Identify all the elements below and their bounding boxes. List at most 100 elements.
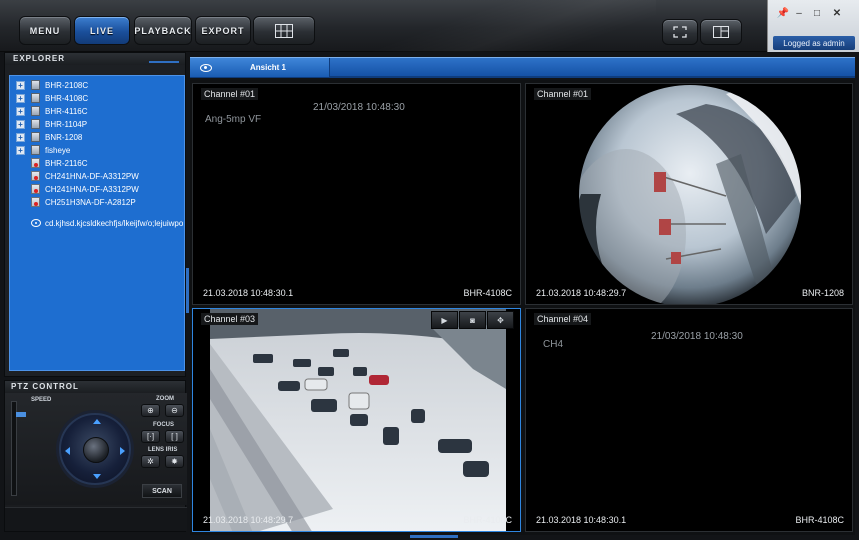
focus-far-icon: [ ] [171, 432, 178, 441]
top-toolbar: MENU LIVE PLAYBACK EXPORT 📌 – □ ✕ Logged… [0, 0, 859, 52]
recorder-icon [31, 93, 40, 103]
iris-close-icon: ✲ [147, 457, 154, 466]
pan-left-icon[interactable] [65, 447, 70, 455]
speed-slider[interactable] [11, 401, 26, 496]
window-layout-icon [713, 26, 729, 38]
ptz-joystick[interactable] [59, 413, 131, 485]
tree-group[interactable]: + BHR-4108C [16, 92, 88, 104]
ptz-footer [5, 507, 187, 531]
zoom-out-button[interactable]: ⊖ [165, 404, 184, 417]
tile-snapshot-button[interactable]: ◙ [459, 311, 486, 329]
expand-icon[interactable]: + [16, 145, 25, 155]
video-tile-2[interactable]: Channel #01 21.03.2018 10:48:29.7 BNR-12… [525, 83, 853, 305]
recorder-icon [31, 80, 40, 90]
iris-open-icon: ✸ [171, 457, 178, 466]
tile-channel-label: Channel #01 [201, 88, 259, 100]
live-button[interactable]: LIVE [74, 16, 130, 45]
expand-icon[interactable]: + [16, 119, 25, 129]
pan-down-icon[interactable] [93, 474, 101, 479]
window-controls: 📌 – □ ✕ Logged as admin [767, 0, 859, 52]
tile-overlay-camera-name: CH4 [543, 339, 564, 350]
tree-camera[interactable]: CH241HNA-DF-A3312PW [31, 170, 139, 182]
tile-source: BNR-1208 [801, 288, 844, 298]
maximize-icon[interactable]: □ [810, 7, 824, 19]
panel-splitter[interactable] [186, 268, 189, 313]
joystick-knob[interactable] [83, 437, 109, 463]
iris-open-button[interactable]: ✸ [165, 455, 184, 468]
recorder-icon [31, 106, 40, 116]
video-tile-4[interactable]: Channel #04 21/03/2018 10:48:30 CH4 21.0… [525, 308, 853, 532]
focus-far-button[interactable]: [ ] [165, 430, 184, 443]
expand-icon[interactable]: + [16, 132, 25, 142]
tree-group[interactable]: + BHR-1104P [16, 118, 87, 130]
scan-button[interactable]: SCAN [142, 484, 182, 498]
tree-camera[interactable]: CH251H3NA-DF-A2812P [31, 196, 136, 208]
zoom-out-icon: ⊖ [171, 406, 178, 415]
iris-close-button[interactable]: ✲ [141, 455, 160, 468]
expand-icon[interactable]: + [16, 106, 25, 116]
minimize-icon[interactable]: – [792, 7, 806, 19]
tree-camera-label: CH241HNA-DF-A3312PW [45, 171, 139, 181]
tree-group-label: BHR-4108C [45, 93, 89, 103]
export-button[interactable]: EXPORT [195, 16, 251, 45]
speed-slider-knob[interactable] [16, 412, 26, 417]
lens-iris-label: LENS IRIS [148, 447, 178, 453]
toolbar-decoration [316, 0, 656, 52]
pin-icon[interactable]: 📌 [776, 7, 790, 19]
device-tree: + BHR-2108C + BHR-4108C + BHR-4116C + BH… [9, 75, 185, 371]
tile-source: BHR-4108C [463, 288, 512, 298]
camera-icon [31, 197, 40, 207]
tree-camera-label: CH241HNA-DF-A3312PW [45, 184, 139, 194]
tile-overlay-timestamp: 21/03/2018 10:48:30 [313, 102, 405, 113]
menu-button[interactable]: MENU [19, 16, 71, 45]
tile-timestamp: 21.03.2018 10:48:30.1 [536, 515, 627, 525]
video-tile-3[interactable]: Channel #03 ▶ ◙ ✥ 21.03.2018 10:48:29.7 … [192, 308, 521, 532]
tree-group[interactable]: + BHR-2108C [16, 79, 88, 91]
grid-scroll-indicator[interactable] [410, 535, 458, 538]
window-layout-button[interactable] [700, 19, 742, 45]
tree-view-item[interactable]: cd.kjhsd.kjcsldkechfjs/lkeijfw/o;lejuiwp… [31, 217, 185, 229]
recorder-icon [31, 145, 40, 155]
focus-near-button[interactable]: [·] [141, 430, 160, 443]
expand-icon[interactable]: + [16, 80, 25, 90]
move-icon: ✥ [497, 315, 504, 325]
tree-camera-label: CH251H3NA-DF-A2812P [45, 197, 136, 207]
tree-group-label: BHR-2108C [45, 80, 89, 90]
tree-camera[interactable]: BHR-2116C [31, 157, 88, 169]
tab-ansicht-1[interactable]: Ansicht 1 [190, 58, 330, 77]
video-tile-1[interactable]: Channel #01 21/03/2018 10:48:30 Ang-5mp … [192, 83, 521, 305]
grid-layout-button[interactable] [253, 16, 315, 45]
tree-view-label: cd.kjhsd.kjcsldkechfjs/lkeijfw/o;lejuiwp… [45, 218, 185, 228]
tile-source: BHR-4108C [795, 515, 844, 525]
tree-group[interactable]: + BNR-1208 [16, 131, 82, 143]
ptz-body: SPEED ZOOM ⊕ ⊖ FOCUS [·] [] LENS IRIS ✲… [5, 393, 187, 505]
tree-group-label: BNR-1208 [45, 132, 83, 142]
fullscreen-button[interactable] [662, 19, 698, 45]
tree-group-label: fisheye [45, 145, 71, 155]
tile-ptz-button[interactable]: ✥ [487, 311, 514, 329]
expand-icon[interactable]: + [16, 93, 25, 103]
pan-right-icon[interactable] [120, 447, 125, 455]
eye-icon [31, 219, 41, 227]
video-grid: Channel #01 21/03/2018 10:48:30 Ang-5mp … [190, 80, 855, 535]
tree-group[interactable]: + BHR-4116C [16, 105, 88, 117]
camera-icon [31, 158, 40, 168]
tree-camera[interactable]: CH241HNA-DF-A3312PW [31, 183, 139, 195]
focus-label: FOCUS [153, 422, 174, 428]
close-icon[interactable]: ✕ [830, 7, 844, 19]
camera-snapshot-icon: ◙ [470, 315, 475, 325]
camera-icon [31, 171, 40, 181]
zoom-in-button[interactable]: ⊕ [141, 404, 160, 417]
tree-group[interactable]: + fisheye [16, 144, 70, 156]
pan-up-icon[interactable] [93, 419, 101, 424]
view-tab-bar: Ansicht 1 [190, 57, 855, 78]
playback-button[interactable]: PLAYBACK [134, 16, 192, 45]
camera-icon [31, 184, 40, 194]
explorer-divider [149, 61, 179, 63]
ptz-title: PTZ CONTROL [5, 381, 185, 393]
tile-play-button[interactable]: ▶ [431, 311, 458, 329]
tile-source: BHR-4108C [463, 515, 512, 525]
eye-icon [200, 63, 212, 72]
tile-timestamp: 21.03.2018 10:48:29.7 [203, 515, 294, 525]
tree-group-label: BHR-4116C [45, 106, 88, 116]
